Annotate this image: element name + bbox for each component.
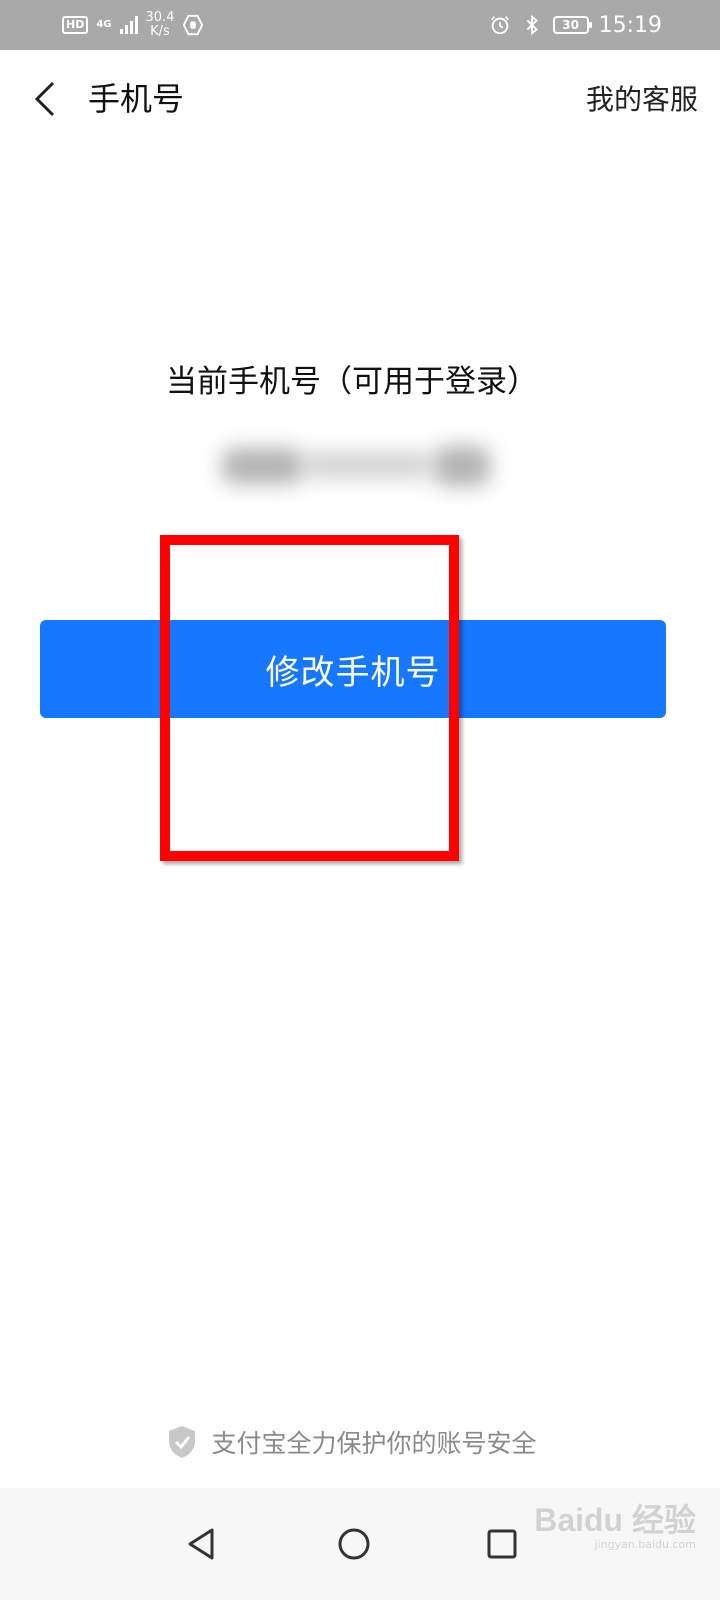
battery-icon: 30	[552, 16, 592, 34]
alarm-icon	[490, 16, 509, 35]
back-icon	[34, 81, 55, 117]
shield-icon	[169, 1426, 196, 1458]
bluetooth-icon	[526, 14, 538, 36]
hand-hexagon-icon	[183, 14, 204, 36]
network-type: 4G	[96, 19, 112, 30]
status-left: HD 4G 30.4 K/s	[62, 0, 204, 50]
masked-phone-number	[218, 438, 490, 494]
highlight-annotation-box	[160, 535, 459, 861]
net-speed: 30.4 K/s	[146, 11, 175, 39]
nav-back-icon	[188, 1528, 214, 1560]
page-title: 手机号	[88, 80, 185, 118]
nav-back-button[interactable]	[166, 1508, 238, 1580]
current-phone-label: 当前手机号（可用于登录）	[166, 364, 538, 400]
security-notice: 支付宝全力保护你的账号安全	[0, 1424, 704, 1460]
watermark-brand: Baidu 经验	[534, 1502, 696, 1538]
app-header: 手机号 我的客服	[0, 50, 720, 146]
system-nav-bar: Baidu 经验 jingyan.baidu.com	[0, 1488, 720, 1600]
watermark-url: jingyan.baidu.com	[594, 1538, 696, 1551]
clock: 15:19	[598, 12, 662, 38]
back-button[interactable]	[24, 76, 64, 122]
customer-service-link[interactable]: 我的客服	[586, 78, 698, 122]
baidu-watermark: Baidu 经验 jingyan.baidu.com	[534, 1502, 696, 1552]
net-speed-unit: K/s	[150, 24, 170, 39]
nav-recent-button[interactable]	[466, 1508, 538, 1580]
nav-home-button[interactable]	[318, 1508, 390, 1580]
security-text: 支付宝全力保护你的账号安全	[211, 1429, 537, 1458]
status-bar: HD 4G 30.4 K/s 30 15:19	[0, 0, 720, 50]
hd-badge: HD	[62, 16, 89, 34]
net-speed-value: 30.4	[145, 10, 175, 25]
signal-icon	[119, 16, 138, 34]
nav-recent-icon	[487, 1529, 517, 1559]
nav-home-icon	[338, 1528, 370, 1560]
status-right: 30 15:19	[489, 0, 662, 50]
